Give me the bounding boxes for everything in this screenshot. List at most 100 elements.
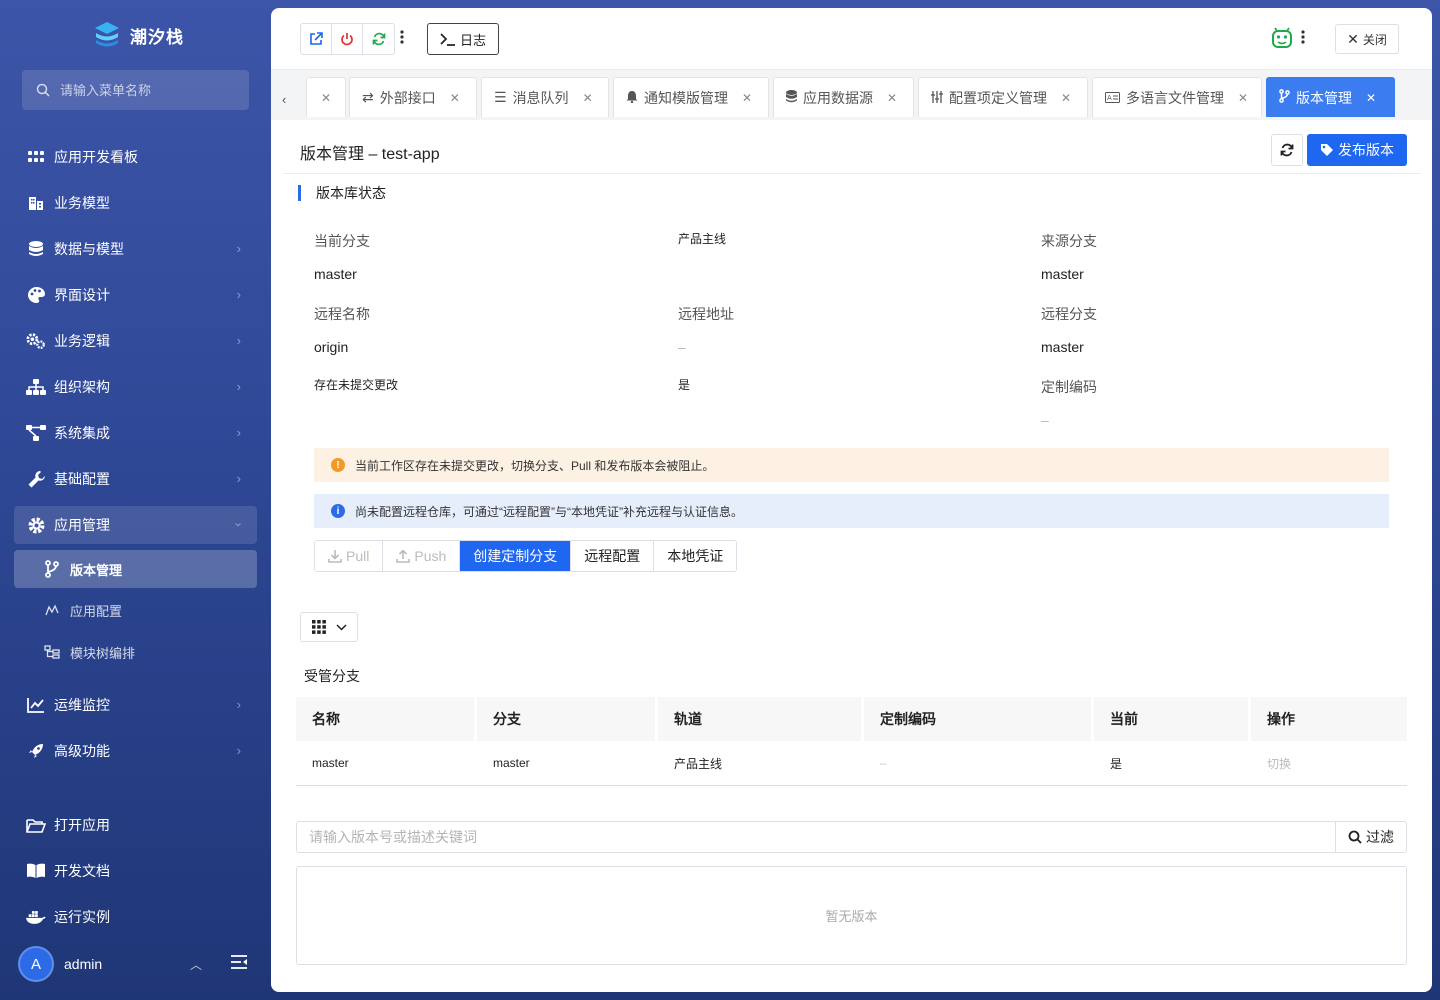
chevron-right-icon: ›	[236, 697, 241, 712]
repo-action-group: Pull Push 创建定制分支 远程配置 本地凭证	[314, 540, 738, 572]
remote-config-label: 远程配置	[584, 548, 641, 564]
tab-message-queue[interactable]: ☰ 消息队列 ✕	[481, 77, 609, 117]
tab-close-icon[interactable]: ✕	[742, 91, 752, 105]
sidebar-item-label: 应用配置	[70, 603, 123, 619]
sidebar-item-business-logic[interactable]: 业务逻辑 ›	[14, 322, 257, 360]
sidebar-item-label: 开发文档	[54, 863, 110, 879]
switch-branch-link[interactable]: 切换	[1251, 741, 1407, 785]
restart-button[interactable]	[363, 24, 394, 54]
filter-button[interactable]: 过滤	[1335, 822, 1406, 852]
cell-branch: master	[493, 756, 530, 770]
menu-search-input[interactable]	[60, 82, 230, 98]
sidebar-item-instances[interactable]: 运行实例	[14, 898, 257, 936]
sidebar-item-version-management[interactable]: 版本管理	[14, 550, 257, 588]
tab-datasource[interactable]: 应用数据源 ✕	[773, 77, 914, 117]
sidebar-item-module-tree[interactable]: 模块树编排	[14, 633, 257, 671]
sidebar-item-basic-config[interactable]: 基础配置 ›	[14, 460, 257, 498]
tab-label: 多语言文件管理	[1126, 89, 1224, 106]
close-label: 关闭	[1362, 32, 1387, 47]
sidebar-item-label: 模块树编排	[70, 645, 136, 661]
exchange-icon: ⇄	[362, 89, 374, 105]
android-bot-icon[interactable]	[1271, 27, 1293, 52]
user-menu[interactable]: A admin ︿	[18, 946, 253, 982]
remote-name-label: 远程名称	[314, 306, 370, 322]
menu-search[interactable]	[22, 70, 249, 110]
diagram-icon	[26, 423, 46, 443]
view-mode-dropdown[interactable]	[300, 612, 358, 642]
uncommitted-value: 是	[678, 378, 691, 392]
sidebar-item-label: 基础配置	[54, 471, 110, 487]
tab-close-icon[interactable]: ✕	[1366, 91, 1376, 105]
log-label: 日志	[459, 32, 486, 48]
sidebar-item-open-app[interactable]: 打开应用	[14, 806, 257, 844]
sidebar-item-dashboard[interactable]: 应用开发看板	[14, 138, 257, 176]
sidebar-item-ui-design[interactable]: 界面设计 ›	[14, 276, 257, 314]
sidebar-item-label: 运行实例	[54, 909, 110, 925]
tab-label: 通知模版管理	[644, 89, 728, 106]
alert-text: 尚未配置远程仓库，可通过“远程配置”与“本地凭证”补充远程与认证信息。	[355, 504, 743, 519]
remote-branch-value: master	[1041, 339, 1084, 355]
chevron-down-icon: ›	[231, 522, 247, 527]
version-search-input[interactable]	[297, 822, 1335, 852]
sidebar-item-advanced[interactable]: 高级功能 ›	[14, 732, 257, 770]
sidebar-item-label: 组织架构	[54, 379, 110, 395]
list-icon: ☰	[494, 89, 507, 105]
database-icon	[26, 239, 46, 259]
publish-version-button[interactable]: 发布版本	[1307, 134, 1407, 166]
info-icon: i	[331, 504, 345, 518]
sidebar-item-ops-monitor[interactable]: 运维监控 ›	[14, 686, 257, 724]
app-logo[interactable]: 潮汐栈	[92, 20, 184, 50]
create-custom-branch-button[interactable]: 创建定制分支	[460, 541, 572, 571]
log-button[interactable]: 日志	[427, 23, 499, 55]
sidebar-item-label: 打开应用	[54, 817, 110, 833]
refresh-button[interactable]	[1271, 134, 1303, 166]
tab-version-management[interactable]: 版本管理 ✕	[1266, 77, 1395, 117]
sidebar-item-app-config[interactable]: 应用配置	[14, 591, 257, 629]
refresh-icon	[372, 32, 385, 46]
close-button[interactable]: ✕ 关闭	[1335, 24, 1399, 54]
stop-button[interactable]	[332, 24, 363, 54]
tab-close-icon[interactable]: ✕	[1061, 91, 1071, 105]
table-header: 名称 分支 轨道 定制编码 当前 操作	[296, 697, 1407, 741]
push-button[interactable]: Push	[383, 541, 461, 571]
tab-label: 版本管理	[1296, 89, 1352, 106]
local-credentials-button[interactable]: 本地凭证	[654, 541, 737, 571]
sidebar: 潮汐栈 应用开发看板 业务模型 数据与模型 › 界面设计 › 业务逻辑 › 组织…	[0, 0, 271, 1000]
username: admin	[64, 956, 103, 972]
section-title: 版本库状态	[298, 185, 386, 201]
tab-hidden[interactable]: ✕	[306, 77, 346, 117]
column-header: 轨道	[658, 697, 864, 741]
column-header: 分支	[477, 697, 658, 741]
filter-label: 过滤	[1366, 829, 1394, 845]
chevron-up-icon[interactable]: ︿	[190, 956, 202, 973]
page-header: 版本管理 – test-app 发布版本	[283, 122, 1421, 174]
wrench-icon	[26, 469, 46, 489]
open-external-button[interactable]	[301, 24, 332, 54]
sidebar-item-business-model[interactable]: 业务模型	[14, 184, 257, 222]
sidebar-item-org[interactable]: 组织架构 ›	[14, 368, 257, 406]
pull-button[interactable]: Pull	[315, 541, 384, 571]
publish-label: 发布版本	[1338, 142, 1394, 158]
tab-close-icon[interactable]: ✕	[583, 91, 593, 105]
sidebar-item-integration[interactable]: 系统集成 ›	[14, 414, 257, 452]
tab-close-icon[interactable]: ✕	[887, 91, 897, 105]
avatar[interactable]: A	[18, 946, 54, 982]
top-toolbar: 日志 ✕ 关闭	[271, 8, 1432, 70]
tabs-scroll-left-icon[interactable]: ‹	[282, 92, 286, 107]
column-header: 当前	[1094, 697, 1251, 741]
tab-close-icon[interactable]: ✕	[1238, 91, 1248, 105]
sidebar-item-data-model[interactable]: 数据与模型 ›	[14, 230, 257, 268]
tab-config-definition[interactable]: 配置项定义管理 ✕	[918, 77, 1088, 117]
sidebar-item-docs[interactable]: 开发文档	[14, 852, 257, 890]
tab-external-api[interactable]: ⇄ 外部接口 ✕	[349, 77, 477, 117]
tab-i18n-files[interactable]: A 多语言文件管理 ✕	[1092, 77, 1262, 117]
collapse-sidebar-icon[interactable]	[230, 954, 248, 973]
more-vertical-icon[interactable]	[1301, 30, 1305, 47]
code-branch-icon	[42, 559, 62, 579]
tab-close-icon[interactable]: ✕	[321, 91, 331, 105]
sidebar-item-app-management[interactable]: 应用管理 ›	[14, 506, 257, 544]
remote-config-button[interactable]: 远程配置	[571, 541, 655, 571]
tab-close-icon[interactable]: ✕	[450, 91, 460, 105]
more-vertical-icon[interactable]	[400, 30, 404, 47]
tab-notify-template[interactable]: 通知模版管理 ✕	[613, 77, 769, 117]
